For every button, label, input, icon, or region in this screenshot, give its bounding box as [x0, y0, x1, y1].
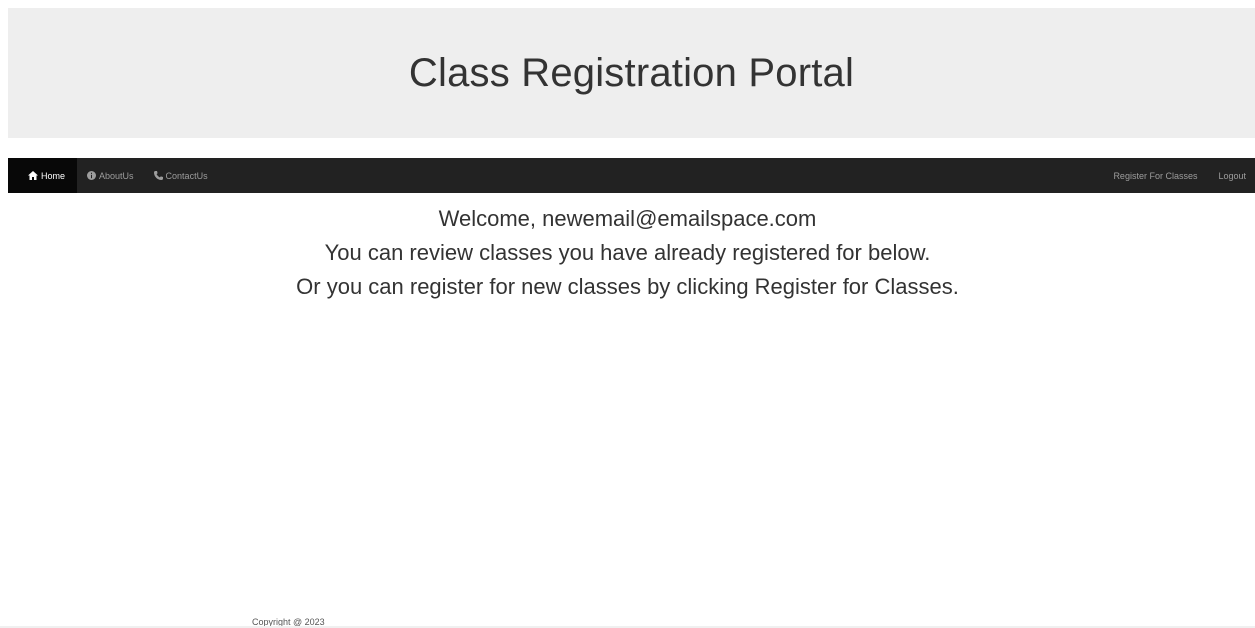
info-icon — [87, 171, 97, 180]
welcome-section: Welcome, newemail@emailspace.com You can… — [0, 202, 1255, 304]
nav-contact-us-label: ContactUs — [165, 170, 208, 181]
navbar-left: Home AboutUs ContactUs — [8, 158, 218, 193]
register-message: Or you can register for new classes by c… — [296, 274, 959, 299]
phone-icon — [153, 171, 163, 180]
home-icon — [28, 171, 38, 180]
nav-about-us[interactable]: AboutUs — [77, 158, 144, 193]
nav-logout[interactable]: Logout — [1206, 158, 1255, 193]
nav-about-us-label: AboutUs — [99, 170, 134, 181]
nav-home[interactable]: Home — [8, 158, 78, 193]
page-title: Class Registration Portal — [408, 50, 855, 95]
review-message: You can review classes you have already … — [324, 240, 931, 265]
navbar: Home AboutUs ContactUs Register For Clas… — [8, 158, 1255, 193]
nav-home-label: Home — [41, 170, 66, 181]
nav-register-for-classes[interactable]: Register For Classes — [1101, 158, 1206, 193]
header-banner: Class Registration Portal — [8, 8, 1255, 138]
nav-contact-us[interactable]: ContactUs — [144, 158, 218, 193]
welcome-message: Welcome, newemail@emailspace.com — [438, 206, 817, 231]
page: Class Registration Portal Home AboutUs C… — [0, 0, 1255, 628]
navbar-right: Register For Classes Logout — [1101, 158, 1255, 193]
